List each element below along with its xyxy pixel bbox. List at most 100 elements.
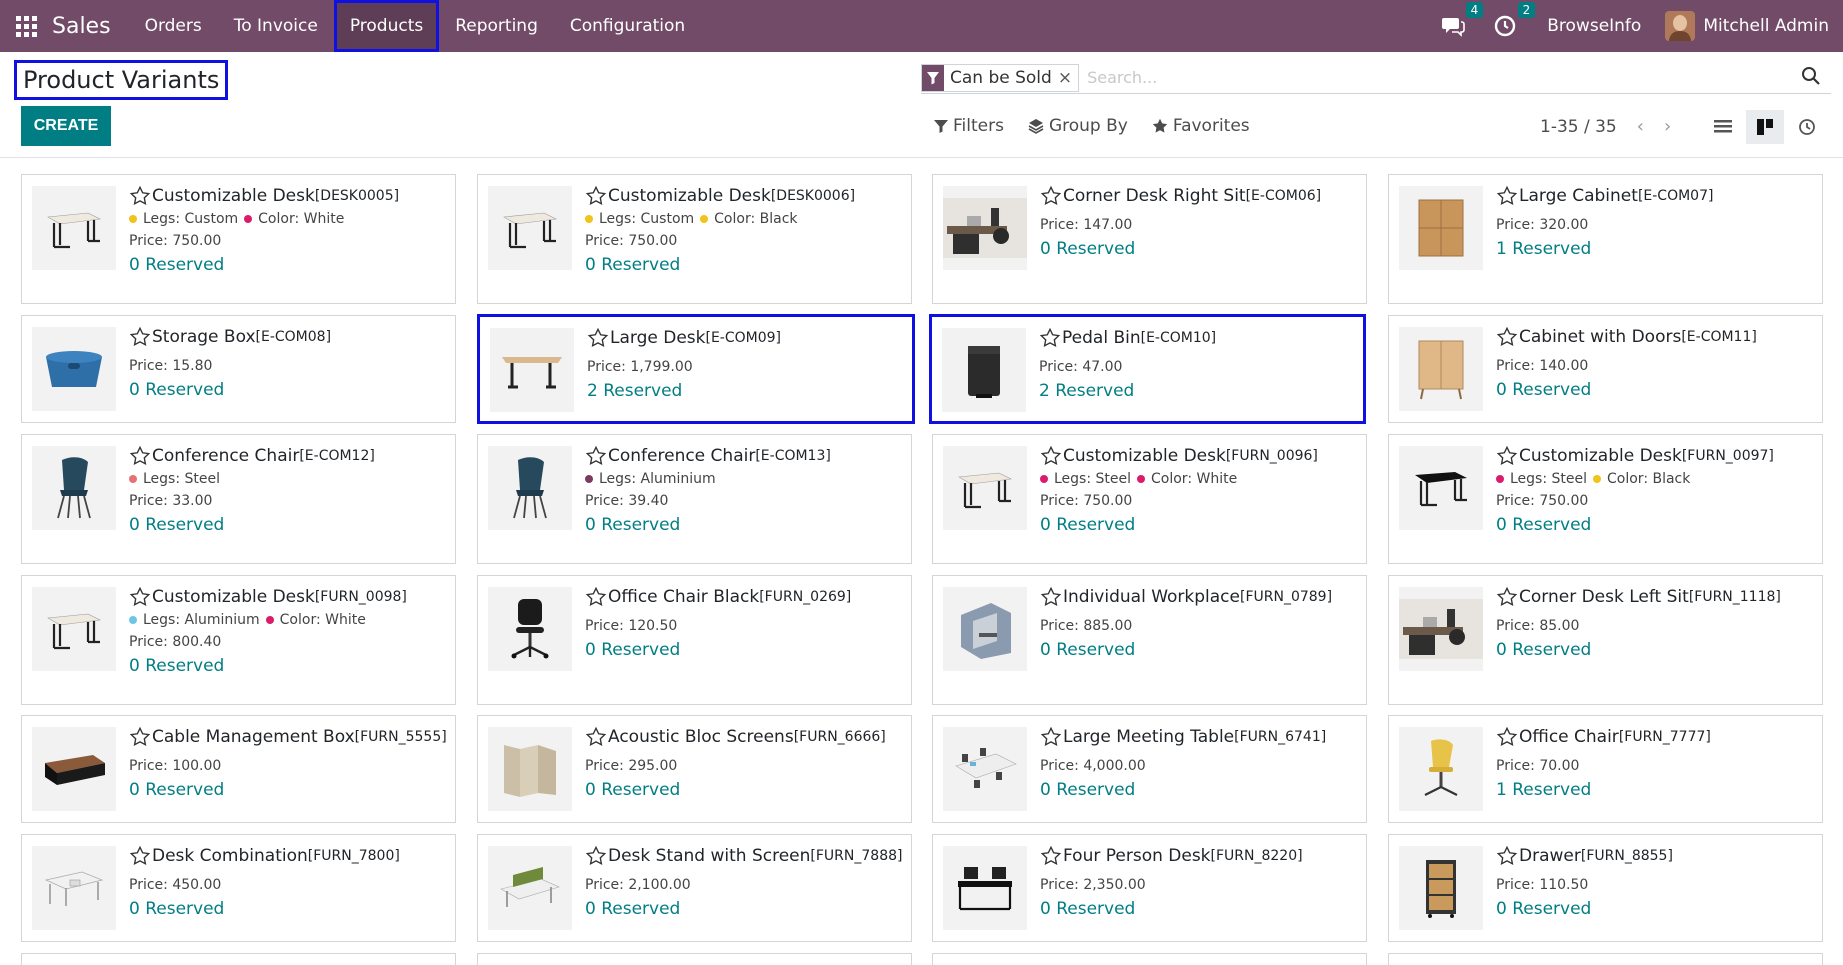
menu-orders[interactable]: Orders: [129, 0, 218, 52]
product-card-partial[interactable]: [477, 953, 912, 965]
product-card-large-desk[interactable]: Large Desk [E-COM09] Price: 1,799.00 2 Rese…: [477, 314, 915, 424]
favorite-star-icon[interactable]: [129, 845, 151, 867]
favorite-star-icon[interactable]: [1496, 326, 1518, 348]
reserved-link[interactable]: 0 Reserved: [585, 780, 905, 800]
product-card-desk-stand-with-screen[interactable]: Desk Stand with Screen [FURN_7888] Price: …: [477, 834, 912, 942]
apps-menu-icon[interactable]: [14, 14, 38, 38]
reserved-link[interactable]: 0 Reserved: [585, 640, 905, 660]
product-card-individual-workplace[interactable]: Individual Workplace [FURN_0789] Price: 88…: [932, 575, 1367, 705]
favorite-star-icon[interactable]: [1496, 445, 1518, 467]
favorite-star-icon[interactable]: [1040, 445, 1062, 467]
product-card-office-chair-black[interactable]: Office Chair Black [FURN_0269] Price: 120.…: [477, 575, 912, 705]
product-card-drawer[interactable]: Drawer [FURN_8855] Price: 110.50 0 Reserved: [1388, 834, 1823, 942]
product-card-cable-management-box[interactable]: Cable Management Box [FURN_5555] Price: 10…: [21, 715, 456, 823]
reserved-link[interactable]: 0 Reserved: [585, 255, 905, 275]
favorite-star-icon[interactable]: [587, 327, 609, 349]
create-button[interactable]: CREATE: [21, 106, 111, 146]
menu-products[interactable]: Products: [333, 0, 440, 52]
favorite-star-icon[interactable]: [585, 726, 607, 748]
reserved-link[interactable]: 0 Reserved: [585, 515, 905, 535]
reserved-link[interactable]: 0 Reserved: [1496, 640, 1816, 660]
reserved-link[interactable]: 0 Reserved: [129, 515, 449, 535]
product-card-storage-box[interactable]: Storage Box [E-COM08] Price: 15.80 0 Reserv…: [21, 315, 456, 423]
reserved-link[interactable]: 0 Reserved: [1040, 780, 1360, 800]
reserved-link[interactable]: 0 Reserved: [1496, 380, 1816, 400]
pager-value[interactable]: 1-35 / 35: [1540, 117, 1617, 137]
user-menu[interactable]: Mitchell Admin: [1665, 11, 1829, 41]
company-switcher[interactable]: BrowseInfo: [1547, 16, 1641, 36]
reserved-link[interactable]: 1 Reserved: [1496, 239, 1816, 259]
product-card-partial[interactable]: [932, 953, 1367, 965]
product-card-customizable-desk[interactable]: Customizable Desk [DESK0006] Legs: Custom C…: [477, 174, 912, 304]
product-card-customizable-desk[interactable]: Customizable Desk [FURN_0098] Legs: Alumin…: [21, 575, 456, 705]
search-icon[interactable]: [1801, 66, 1825, 90]
favorite-star-icon[interactable]: [1040, 845, 1062, 867]
reserved-link[interactable]: 0 Reserved: [585, 899, 905, 919]
pager-next-icon[interactable]: ›: [1664, 116, 1671, 137]
reserved-link[interactable]: 0 Reserved: [1496, 899, 1816, 919]
favorite-star-icon[interactable]: [129, 586, 151, 608]
product-card-large-meeting-table[interactable]: Large Meeting Table [FURN_6741] Price: 4,0…: [932, 715, 1367, 823]
favorite-star-icon[interactable]: [129, 185, 151, 207]
reserved-link[interactable]: 0 Reserved: [1040, 515, 1360, 535]
favorites-dropdown[interactable]: Favorites: [1152, 116, 1250, 136]
favorite-star-icon[interactable]: [129, 445, 151, 467]
reserved-link[interactable]: 0 Reserved: [1040, 899, 1360, 919]
product-card-corner-desk-right-sit[interactable]: Corner Desk Right Sit [E-COM06] Price: 147…: [932, 174, 1367, 304]
reserved-link[interactable]: 2 Reserved: [1039, 381, 1357, 401]
product-card-four-person-desk[interactable]: Four Person Desk [FURN_8220] Price: 2,350.…: [932, 834, 1367, 942]
activity-clock-icon[interactable]: 2: [1493, 2, 1536, 38]
product-card-pedal-bin[interactable]: Pedal Bin [E-COM10] Price: 47.00 2 Reserved: [929, 314, 1366, 424]
menu-configuration[interactable]: Configuration: [554, 0, 701, 52]
product-card-acoustic-bloc-screens[interactable]: Acoustic Bloc Screens [FURN_6666] Price: 2…: [477, 715, 912, 823]
filters-dropdown[interactable]: Filters: [934, 116, 1004, 136]
favorite-star-icon[interactable]: [1496, 185, 1518, 207]
favorite-star-icon[interactable]: [1040, 726, 1062, 748]
favorite-star-icon[interactable]: [1039, 327, 1061, 349]
groupby-dropdown[interactable]: Group By: [1028, 116, 1128, 136]
pager-prev-icon[interactable]: ‹: [1637, 116, 1644, 137]
product-card-conference-chair[interactable]: Conference Chair [E-COM13] Legs: Aluminium…: [477, 434, 912, 564]
reserved-link[interactable]: 0 Reserved: [129, 255, 449, 275]
favorite-star-icon[interactable]: [585, 586, 607, 608]
product-card-customizable-desk[interactable]: Customizable Desk [DESK0005] Legs: Custom C…: [21, 174, 456, 304]
reserved-link[interactable]: 1 Reserved: [1496, 780, 1816, 800]
facet-remove-icon[interactable]: ×: [1058, 68, 1078, 88]
reserved-link[interactable]: 0 Reserved: [129, 656, 449, 676]
app-name[interactable]: Sales: [52, 14, 111, 39]
favorite-star-icon[interactable]: [129, 726, 151, 748]
product-card-corner-desk-left-sit[interactable]: Corner Desk Left Sit [FURN_1118] Price: 85…: [1388, 575, 1823, 705]
product-card-desk-combination[interactable]: Desk Combination [FURN_7800] Price: 450.00…: [21, 834, 456, 942]
favorite-star-icon[interactable]: [1496, 845, 1518, 867]
reserved-link[interactable]: 0 Reserved: [1040, 239, 1360, 259]
reserved-link[interactable]: 0 Reserved: [129, 380, 449, 400]
favorite-star-icon[interactable]: [585, 445, 607, 467]
favorite-star-icon[interactable]: [1496, 726, 1518, 748]
favorite-star-icon[interactable]: [1040, 586, 1062, 608]
favorite-star-icon[interactable]: [585, 185, 607, 207]
activity-view-icon[interactable]: [1788, 110, 1826, 144]
messages-icon[interactable]: 4: [1441, 2, 1484, 38]
kanban-view-icon[interactable]: [1746, 110, 1784, 144]
product-card-large-cabinet[interactable]: Large Cabinet [E-COM07] Price: 320.00 1 Res…: [1388, 174, 1823, 304]
favorite-star-icon[interactable]: [129, 326, 151, 348]
product-card-customizable-desk[interactable]: Customizable Desk [FURN_0096] Legs: Steel C…: [932, 434, 1367, 564]
reserved-link[interactable]: 0 Reserved: [1040, 640, 1360, 660]
list-view-icon[interactable]: [1704, 110, 1742, 144]
product-card-partial[interactable]: [21, 953, 456, 965]
product-card-partial[interactable]: [1388, 953, 1823, 965]
menu-reporting[interactable]: Reporting: [439, 0, 554, 52]
product-card-office-chair[interactable]: Office Chair [FURN_7777] Price: 70.00 1 Res…: [1388, 715, 1823, 823]
search-input[interactable]: [1087, 63, 1801, 92]
reserved-link[interactable]: 0 Reserved: [1496, 515, 1816, 535]
product-card-customizable-desk[interactable]: Customizable Desk [FURN_0097] Legs: Steel C…: [1388, 434, 1823, 564]
reserved-link[interactable]: 0 Reserved: [129, 780, 449, 800]
favorite-star-icon[interactable]: [1040, 185, 1062, 207]
product-card-conference-chair[interactable]: Conference Chair [E-COM12] Legs: Steel Pric…: [21, 434, 456, 564]
favorite-star-icon[interactable]: [1496, 586, 1518, 608]
reserved-link[interactable]: 0 Reserved: [129, 899, 449, 919]
product-card-cabinet-with-doors[interactable]: Cabinet with Doors [E-COM11] Price: 140.00…: [1388, 315, 1823, 423]
reserved-link[interactable]: 2 Reserved: [587, 381, 906, 401]
favorite-star-icon[interactable]: [585, 845, 607, 867]
menu-to-invoice[interactable]: To Invoice: [218, 0, 334, 52]
